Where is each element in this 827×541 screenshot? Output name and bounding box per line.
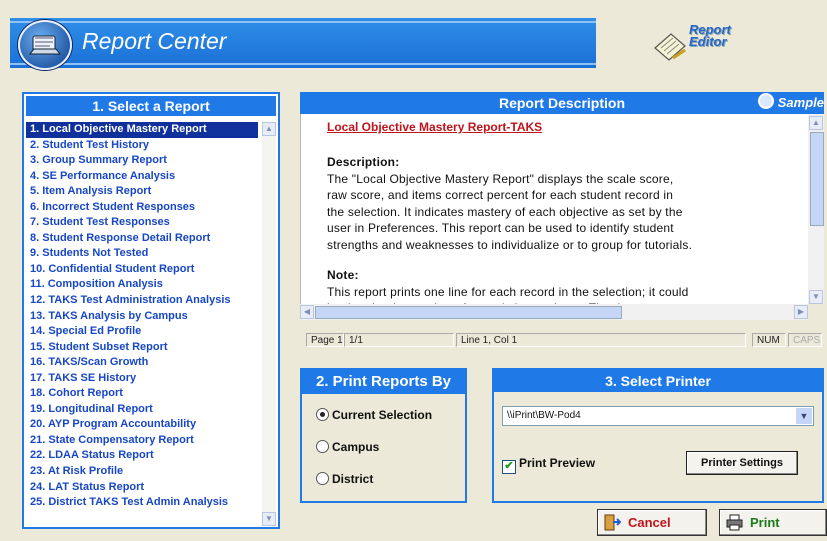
select-report-panel: 1. Select a Report 1. Local Objective Ma… <box>22 92 280 529</box>
report-list[interactable]: 1. Local Objective Mastery Report 2. Stud… <box>26 122 258 511</box>
report-list-item[interactable]: 4. SE Performance Analysis <box>26 169 258 185</box>
scroll-up-icon[interactable]: ▲ <box>262 122 276 136</box>
print-button[interactable]: Print <box>719 509 827 536</box>
note-body: This report prints one line for each rec… <box>327 284 803 305</box>
status-pages: 1/1 <box>344 333 454 347</box>
radio-district[interactable]: District <box>316 472 373 486</box>
status-page: Page 1 <box>306 333 344 347</box>
select-report-heading: 1. Select a Report <box>26 96 276 116</box>
printer-select[interactable]: \\iPrint\BW-Pod4 ▼ <box>502 406 814 426</box>
printer-icon <box>726 514 743 531</box>
scroll-right-icon[interactable]: ▶ <box>794 305 808 319</box>
report-list-item[interactable]: 25. District TAKS Test Admin Analysis <box>26 495 258 511</box>
report-list-item[interactable]: 3. Group Summary Report <box>26 153 258 169</box>
sample-button[interactable]: Sample <box>758 92 824 114</box>
description-line: The "Local Objective Mastery Report" dis… <box>327 171 674 186</box>
cancel-label: Cancel <box>628 515 671 530</box>
report-list-item[interactable]: 21. State Compensatory Report <box>26 433 258 449</box>
report-list-item[interactable]: 19. Longitudinal Report <box>26 402 258 418</box>
radio-campus[interactable]: Campus <box>316 440 379 454</box>
radio-selected-icon <box>316 408 329 421</box>
report-list-item[interactable]: 24. LAT Status Report <box>26 480 258 496</box>
status-caps: CAPS <box>788 333 822 347</box>
report-description-text: Local Objective Mastery Report-TAKS Desc… <box>300 114 809 304</box>
scroll-up-icon[interactable]: ▲ <box>809 116 823 130</box>
scroll-down-icon[interactable]: ▼ <box>262 512 276 526</box>
radio-current-selection[interactable]: Current Selection <box>316 408 432 422</box>
report-title: Local Objective Mastery Report-TAKS <box>327 120 543 134</box>
scroll-thumb[interactable] <box>810 132 824 226</box>
printer-settings-button[interactable]: Printer Settings <box>686 451 798 475</box>
description-body: The "Local Objective Mastery Report" dis… <box>327 171 803 254</box>
report-list-item[interactable]: 14. Special Ed Profile <box>26 324 258 340</box>
magnifier-icon <box>758 93 775 109</box>
report-description-heading: Report Description <box>498 95 625 111</box>
radio-label: District <box>332 472 374 486</box>
report-description-panel: Report Description Sample Local Objectiv… <box>300 92 824 349</box>
radio-label: Campus <box>332 440 380 454</box>
printer-select-value: \\iPrint\BW-Pod4 <box>507 410 581 421</box>
print-preview-label: Print Preview <box>519 456 596 470</box>
scroll-thumb[interactable] <box>315 306 622 319</box>
report-editor-icon <box>654 33 686 61</box>
report-center-logo-icon <box>18 20 72 70</box>
radio-icon <box>316 440 329 453</box>
report-list-item[interactable]: 12. TAKS Test Administration Analysis <box>26 293 258 309</box>
print-preview-checkbox[interactable]: ✔ Print Preview <box>502 456 595 474</box>
print-reports-by-panel: 2. Print Reports By Current Selection Ca… <box>300 368 467 503</box>
description-horizontal-scrollbar[interactable]: ◀ ▶ <box>300 304 808 320</box>
report-editor-label: Editor <box>689 34 727 49</box>
scroll-down-icon[interactable]: ▼ <box>809 290 823 304</box>
report-list-item[interactable]: 8. Student Response Detail Report <box>26 231 258 247</box>
report-list-item[interactable]: 6. Incorrect Student Responses <box>26 200 258 216</box>
report-editor-button[interactable]: Report Editor <box>651 23 731 70</box>
sample-label: Sample <box>777 95 824 110</box>
report-list-item[interactable]: 13. TAKS Analysis by Campus <box>26 309 258 325</box>
description-line: strengths and weaknesses to individualiz… <box>327 237 693 252</box>
report-description-header: Report Description Sample <box>300 92 824 114</box>
select-printer-heading: 3. Select Printer <box>494 370 822 392</box>
status-bar: Page 1 1/1 Line 1, Col 1 NUM CAPS <box>300 332 824 349</box>
radio-icon <box>316 472 329 485</box>
description-line: raw score, and items correct percent for… <box>327 188 674 202</box>
report-list-item[interactable]: 10. Confidential Student Report <box>26 262 258 278</box>
radio-label: Current Selection <box>332 408 433 422</box>
status-position: Line 1, Col 1 <box>456 333 746 347</box>
description-vertical-scrollbar[interactable]: ▲ ▼ <box>808 114 824 304</box>
exit-door-icon <box>604 514 621 531</box>
chevron-down-icon[interactable]: ▼ <box>796 408 812 424</box>
scroll-left-icon[interactable]: ◀ <box>300 305 314 319</box>
report-list-item[interactable]: 1. Local Objective Mastery Report <box>26 122 258 138</box>
report-list-item[interactable]: 16. TAKS/Scan Growth <box>26 355 258 371</box>
description-line: the selection. It indicates mastery of e… <box>327 204 683 219</box>
status-num: NUM <box>752 333 786 347</box>
description-line: This report prints one line for each rec… <box>327 284 689 299</box>
report-list-item[interactable]: 18. Cohort Report <box>26 386 258 402</box>
select-printer-panel: 3. Select Printer \\iPrint\BW-Pod4 ▼ ✔ Pr… <box>492 368 824 503</box>
report-list-item[interactable]: 9. Students Not Tested <box>26 246 258 262</box>
report-list-scrollbar[interactable]: ▲ ▼ <box>262 122 276 526</box>
report-list-item[interactable]: 15. Student Subset Report <box>26 340 258 356</box>
report-list-item[interactable]: 17. TAKS SE History <box>26 371 258 387</box>
report-list-item[interactable]: 11. Composition Analysis <box>26 277 258 293</box>
report-list-item[interactable]: 22. LDAA Status Report <box>26 448 258 464</box>
checkmark-icon: ✔ <box>502 460 516 474</box>
header-stripe <box>10 63 596 65</box>
report-list-item[interactable]: 5. Item Analysis Report <box>26 184 258 200</box>
note-heading: Note: <box>327 268 359 282</box>
cancel-button[interactable]: Cancel <box>597 509 707 536</box>
description-heading: Description: <box>327 155 400 169</box>
report-list-item[interactable]: 23. At Risk Profile <box>26 464 258 480</box>
app-title: Report Center <box>82 28 227 54</box>
report-list-item[interactable]: 20. AYP Program Accountability <box>26 417 258 433</box>
description-line: user in Preferences. This report can be … <box>327 221 674 235</box>
print-reports-by-heading: 2. Print Reports By <box>302 370 465 394</box>
print-label: Print <box>750 515 780 530</box>
report-list-item[interactable]: 2. Student Test History <box>26 138 258 154</box>
header-stripe <box>10 21 596 23</box>
report-list-item[interactable]: 7. Student Test Responses <box>26 215 258 231</box>
